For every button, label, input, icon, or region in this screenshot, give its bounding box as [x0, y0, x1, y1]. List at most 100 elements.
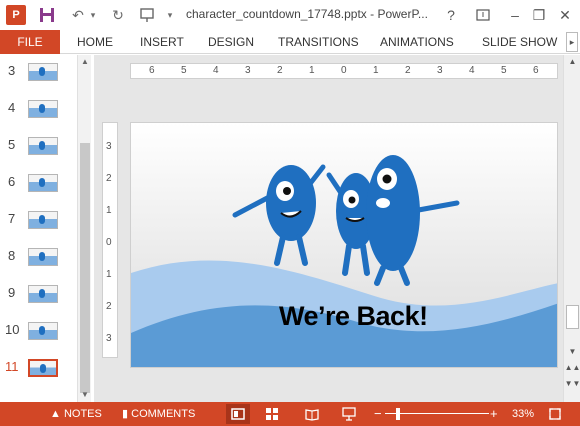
- ruler-mark: 3: [245, 65, 251, 76]
- fit-slide-icon[interactable]: [548, 407, 562, 421]
- slide-preview: [28, 322, 58, 340]
- notes-button[interactable]: ▲ NOTES: [50, 402, 102, 426]
- slide-thumbnail[interactable]: 7: [0, 207, 78, 237]
- zoom-out-button[interactable]: −: [374, 402, 382, 426]
- powerpoint-app-icon[interactable]: P: [6, 5, 26, 25]
- slide-preview: [28, 248, 58, 266]
- comment-icon: ▮: [122, 408, 129, 420]
- zoom-slider-thumb[interactable]: [396, 408, 400, 420]
- ribbon-scroll-right-icon[interactable]: ▸: [566, 32, 578, 52]
- title-bar: P ↶ ▾ ↻ ▾ character_countdown_17748.pptx…: [0, 0, 580, 30]
- character-figure: [39, 215, 45, 224]
- slide-thumbnail[interactable]: 9: [0, 281, 78, 311]
- blue-character-left: [232, 164, 326, 266]
- thumbnail-scrollbar[interactable]: ▲ ▼: [77, 55, 91, 402]
- reading-view-icon[interactable]: [305, 407, 319, 421]
- ruler-mark: 5: [501, 65, 507, 76]
- slide-number: 10: [5, 322, 20, 337]
- tab-transitions[interactable]: TRANSITIONS: [278, 30, 359, 54]
- ruler-mark: 2: [277, 65, 283, 76]
- restore-icon[interactable]: ❐: [528, 4, 550, 26]
- slide-thumbnail[interactable]: 8: [0, 244, 78, 274]
- close-icon[interactable]: ✕: [554, 4, 576, 26]
- tab-slide-show[interactable]: SLIDE SHOW: [482, 30, 557, 54]
- slide-thumbnail[interactable]: 10: [0, 318, 78, 348]
- tab-insert[interactable]: INSERT: [140, 30, 184, 54]
- tab-file[interactable]: FILE: [0, 30, 60, 54]
- scroll-down-icon[interactable]: ▼: [78, 388, 92, 402]
- slide-canvas[interactable]: We’re Back!: [130, 122, 558, 368]
- scrollbar-thumb[interactable]: [80, 143, 90, 393]
- slide-thumbnail[interactable]: 5: [0, 133, 78, 163]
- character-figure: [40, 364, 46, 373]
- slide-number: 7: [8, 211, 16, 226]
- character-figure: [39, 178, 45, 187]
- customize-qat-icon[interactable]: ▾: [164, 4, 176, 26]
- tab-design[interactable]: DESIGN: [208, 30, 254, 54]
- slide-thumbnail-active[interactable]: 11: [0, 355, 78, 385]
- slide-number: 6: [8, 174, 16, 189]
- character-figure: [39, 252, 45, 261]
- slide-number: 4: [8, 100, 16, 115]
- character-figure: [39, 67, 45, 76]
- next-slide-icon[interactable]: ▼▼: [564, 377, 580, 391]
- minimize-icon[interactable]: –: [504, 4, 526, 26]
- scrollbar-thumb[interactable]: [566, 305, 579, 329]
- horizontal-ruler: 6 5 4 3 2 1 0 1 2 3 4 5 6: [130, 63, 558, 79]
- help-button[interactable]: ?: [440, 4, 462, 26]
- comments-label: COMMENTS: [131, 408, 196, 420]
- zoom-in-button[interactable]: +: [490, 402, 498, 426]
- undo-dropdown-icon[interactable]: ▾: [88, 4, 98, 26]
- slide-number: 11: [5, 359, 19, 374]
- slide-number: 5: [8, 137, 16, 152]
- ruler-mark: 2: [405, 65, 411, 76]
- slide-thumbnail[interactable]: 4: [0, 96, 78, 126]
- ruler-mark: 4: [469, 65, 475, 76]
- start-presentation-icon[interactable]: [136, 4, 158, 26]
- status-bar: ▲ NOTES ▮ COMMENTS − + 33%: [0, 402, 580, 426]
- comments-button[interactable]: ▮ COMMENTS: [122, 402, 195, 426]
- ruler-mark: 3: [437, 65, 443, 76]
- vertical-ruler: 3 2 1 0 1 2 3: [102, 122, 118, 358]
- slide-scrollbar[interactable]: ▲ ▼ ▲▲ ▼▼: [563, 55, 580, 402]
- slide-preview: [28, 174, 58, 192]
- slide-preview: [28, 211, 58, 229]
- tab-home[interactable]: HOME: [77, 30, 113, 54]
- ruler-mark: 1: [106, 269, 112, 280]
- undo-icon[interactable]: ↶: [68, 4, 88, 26]
- slide-thumbnail[interactable]: 3: [0, 59, 78, 89]
- character-figure: [39, 289, 45, 298]
- slide-headline[interactable]: We’re Back!: [279, 301, 428, 332]
- slide-sorter-icon[interactable]: [265, 407, 279, 421]
- scroll-down-icon[interactable]: ▼: [564, 345, 580, 359]
- slide-thumbnail[interactable]: 6: [0, 170, 78, 200]
- character-figure: [39, 326, 45, 335]
- redo-icon[interactable]: ↻: [108, 4, 128, 26]
- ruler-mark: 0: [341, 65, 347, 76]
- ribbon-display-options-icon[interactable]: [472, 4, 494, 26]
- ruler-mark: 3: [106, 141, 112, 152]
- slide-show-icon[interactable]: [342, 407, 356, 421]
- tab-animations[interactable]: ANIMATIONS: [380, 30, 454, 54]
- ruler-mark: 0: [106, 237, 112, 248]
- ruler-mark: 6: [149, 65, 155, 76]
- blue-character-right: [366, 155, 460, 286]
- ruler-mark: 6: [533, 65, 539, 76]
- notes-icon: ▲: [50, 408, 61, 420]
- ruler-mark: 3: [106, 333, 112, 344]
- notes-label: NOTES: [63, 408, 102, 420]
- slide-preview: [28, 63, 58, 81]
- slide-preview: [28, 285, 58, 303]
- ruler-mark: 1: [309, 65, 315, 76]
- scroll-up-icon[interactable]: ▲: [78, 55, 92, 69]
- zoom-slider-track[interactable]: [385, 413, 489, 414]
- previous-slide-icon[interactable]: ▲▲: [564, 361, 580, 375]
- scroll-up-icon[interactable]: ▲: [564, 55, 580, 69]
- ruler-mark: 1: [373, 65, 379, 76]
- normal-view-icon: [231, 408, 245, 420]
- zoom-level[interactable]: 33%: [512, 402, 534, 426]
- ruler-mark: 5: [181, 65, 187, 76]
- slide-number: 9: [8, 285, 16, 300]
- ribbon-tabs: FILE HOME INSERT DESIGN TRANSITIONS ANIM…: [0, 30, 580, 54]
- save-icon[interactable]: [36, 4, 58, 26]
